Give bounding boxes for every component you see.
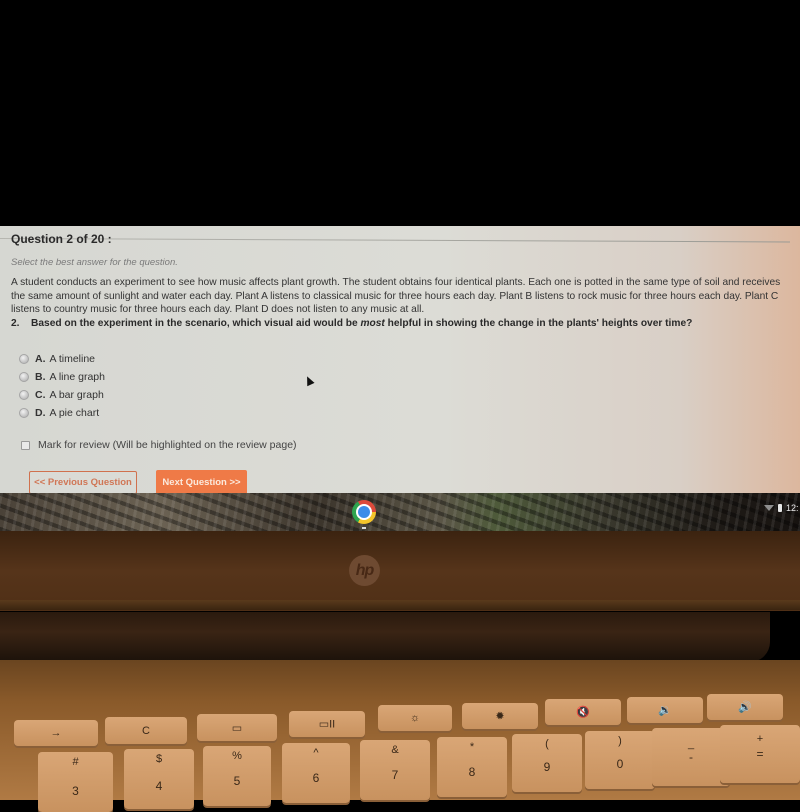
battery-icon <box>778 504 782 512</box>
hp-logo: hp <box>349 555 380 586</box>
key-8[interactable]: * 8 <box>437 737 507 797</box>
chrome-icon[interactable] <box>352 500 376 524</box>
app-running-indicator <box>362 527 366 529</box>
key-forward[interactable]: → <box>14 720 98 746</box>
key-minus[interactable]: _ - <box>652 728 730 786</box>
key-symbol: _ <box>687 738 695 750</box>
key-symbol: ( <box>545 738 549 750</box>
laptop-bezel <box>0 531 800 611</box>
key-digit: 8 <box>468 765 476 779</box>
key-9[interactable]: (9 <box>512 734 582 792</box>
quiz-page: Question 2 of 20 : Select the best answe… <box>0 226 800 496</box>
scenario-text: A student conducts an experiment to see … <box>11 277 781 315</box>
option-text: A pie chart <box>49 407 100 419</box>
mouse-cursor-icon <box>303 374 315 387</box>
forward-icon: → <box>50 727 62 739</box>
key-digit: 7 <box>391 768 399 782</box>
key-digit: = <box>756 747 764 761</box>
option-text: A bar graph <box>49 389 104 401</box>
key-digit: - <box>689 750 693 764</box>
header-divider <box>0 238 790 243</box>
key-volume-up[interactable]: 🔊 <box>707 694 783 720</box>
chromeos-shelf <box>0 493 800 531</box>
key-volume-down[interactable]: 🔉 <box>627 697 703 723</box>
key-brightness-down[interactable]: ☼ <box>378 705 452 731</box>
answer-options: A. A timeline B. A line graph C. A bar g… <box>19 350 105 422</box>
radio-button[interactable] <box>19 408 29 418</box>
key-symbol: # <box>72 756 79 768</box>
option-c[interactable]: C. A bar graph <box>19 386 105 404</box>
key-digit: 6 <box>312 771 320 785</box>
volume-down-icon: 🔉 <box>658 704 672 717</box>
question-body: A student conducts an experiment to see … <box>11 276 791 330</box>
key-digit: 5 <box>233 774 241 788</box>
overview-icon: ▭II <box>318 718 336 731</box>
question-counter: Question 2 of 20 : <box>11 232 112 246</box>
volume-up-icon: 🔊 <box>738 701 752 714</box>
option-a[interactable]: A. A timeline <box>19 350 105 368</box>
key-0[interactable]: ) 0 <box>585 731 655 789</box>
question-text-start: Based on the experiment in the scenario,… <box>31 317 361 329</box>
key-3[interactable]: #3 <box>38 752 113 812</box>
key-5[interactable]: % 5 <box>203 746 271 806</box>
key-digit: 4 <box>155 779 163 793</box>
radio-button[interactable] <box>19 372 29 382</box>
option-letter: C. <box>35 389 46 401</box>
key-symbol: ^ <box>313 747 319 759</box>
option-letter: B. <box>35 371 46 383</box>
key-equals[interactable]: + = <box>720 725 800 783</box>
background-dark-area <box>0 0 800 226</box>
fullscreen-icon: ▭ <box>231 722 243 734</box>
key-brightness-up[interactable]: ✹ <box>462 703 538 729</box>
option-text: A line graph <box>49 371 105 383</box>
wifi-icon <box>764 505 774 511</box>
key-digit: 9 <box>543 760 551 774</box>
key-refresh[interactable]: C <box>105 717 187 744</box>
key-digit: 3 <box>72 784 79 798</box>
question-prompt: 2. Based on the experiment in the scenari… <box>11 317 791 331</box>
review-label: Mark for review (Will be highlighted on … <box>38 439 297 451</box>
option-letter: D. <box>35 407 46 419</box>
review-checkbox[interactable] <box>21 440 30 450</box>
radio-button[interactable] <box>19 354 29 364</box>
key-symbol: ) <box>618 735 622 747</box>
previous-question-button[interactable]: << Previous Question <box>29 471 137 494</box>
key-fullscreen[interactable]: ▭ <box>197 714 277 741</box>
question-emphasis: most <box>360 317 385 329</box>
key-6[interactable]: ^ 6 <box>282 743 350 803</box>
option-b[interactable]: B. A line graph <box>19 368 105 386</box>
clock-time: 12: <box>786 503 799 513</box>
key-7[interactable]: & 7 <box>360 740 430 800</box>
mute-icon: 🔇 <box>576 706 590 719</box>
key-symbol: $ <box>155 753 163 765</box>
next-question-button[interactable]: Next Question >> <box>156 470 247 495</box>
key-symbol: + <box>756 733 764 745</box>
key-overview[interactable]: ▭II <box>289 711 365 737</box>
option-text: A timeline <box>49 353 96 365</box>
question-number: 2. <box>11 317 20 329</box>
question-text-end: helpful in showing the change in the pla… <box>384 317 693 329</box>
key-4[interactable]: $4 <box>124 749 194 809</box>
mark-for-review[interactable]: Mark for review (Will be highlighted on … <box>21 439 297 451</box>
radio-button[interactable] <box>19 390 29 400</box>
brightness-up-icon: ✹ <box>495 710 505 723</box>
option-letter: A. <box>35 353 46 365</box>
key-symbol: % <box>232 750 242 762</box>
key-symbol: * <box>469 741 475 753</box>
laptop-hinge <box>0 612 770 662</box>
status-tray[interactable]: 12: <box>764 503 799 513</box>
key-symbol: & <box>391 744 399 756</box>
question-instructions: Select the best answer for the question. <box>11 257 178 268</box>
key-digit: 0 <box>616 757 624 771</box>
refresh-icon: C <box>142 724 150 737</box>
laptop-bezel-edge <box>0 600 800 610</box>
option-d[interactable]: D. A pie chart <box>19 404 105 422</box>
key-mute[interactable]: 🔇 <box>545 699 621 725</box>
brightness-down-icon: ☼ <box>409 712 421 724</box>
